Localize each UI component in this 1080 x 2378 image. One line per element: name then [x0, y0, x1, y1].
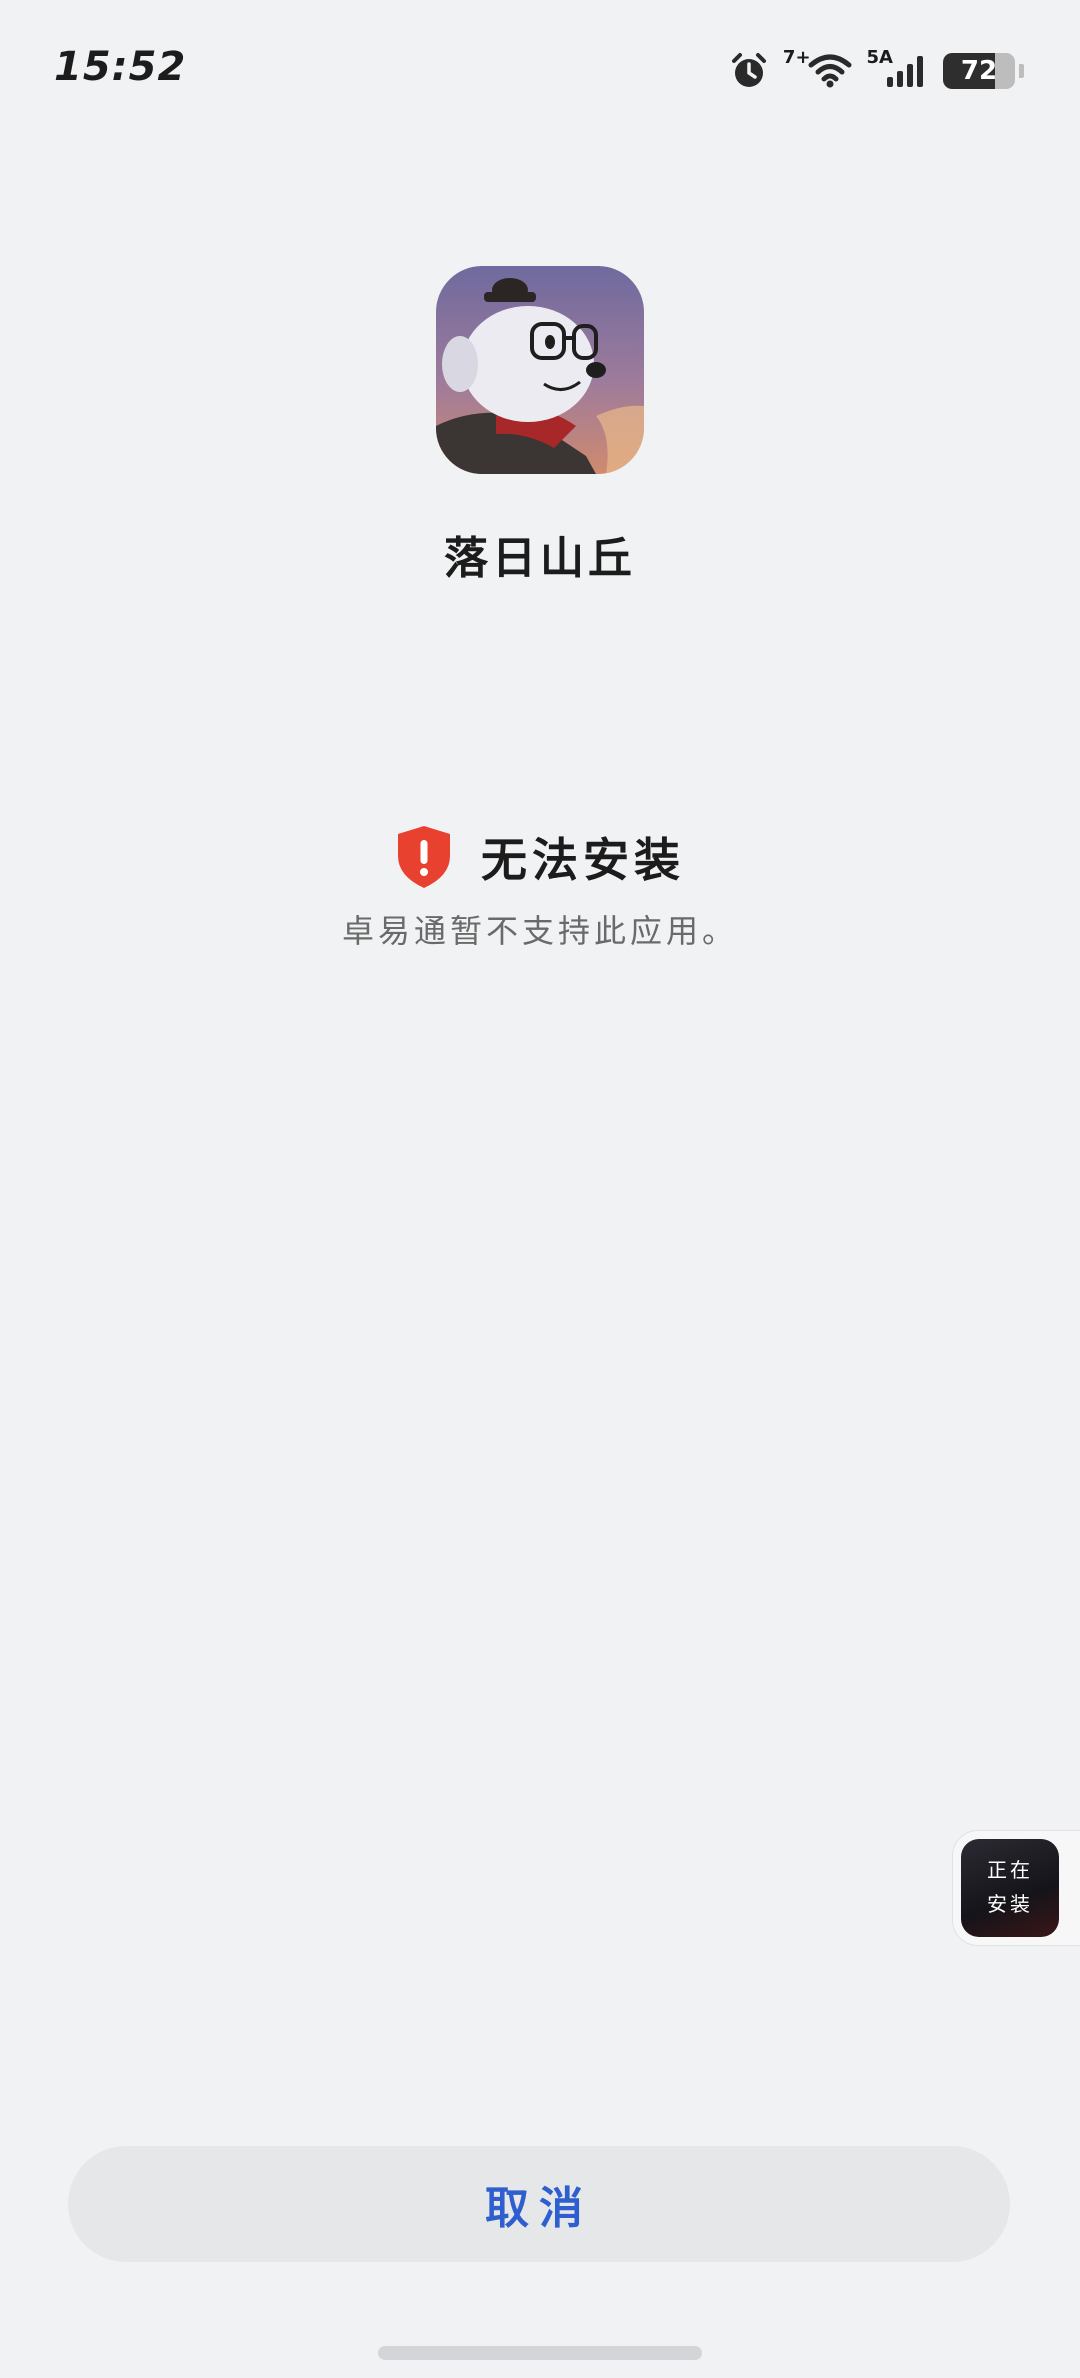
installing-status-text: 正在 安装 — [961, 1853, 1059, 1921]
wifi-icon — [807, 53, 853, 89]
battery-tip — [1019, 64, 1024, 78]
installing-app-thumbnail: 正在 安装 — [961, 1839, 1059, 1937]
cancel-label: 取消 — [485, 2183, 593, 2234]
shield-alert-icon — [395, 824, 453, 890]
network-type-label: 7+ — [782, 46, 811, 68]
installing-status-line1: 正在 — [987, 1858, 1033, 1882]
cancel-button[interactable]: 取消 — [68, 2146, 1010, 2262]
home-indicator[interactable] — [378, 2346, 702, 2360]
error-title: 无法安装 — [481, 833, 685, 887]
status-time: 15:52 — [54, 44, 187, 90]
error-header: 无法安装 — [0, 824, 1080, 890]
status-icons: 7+ 5A 72 — [729, 46, 1024, 96]
alarm-clock-icon — [729, 51, 769, 91]
app-icon — [436, 266, 644, 474]
installing-status-line2: 安装 — [987, 1892, 1033, 1916]
mobile-network-label: 5A — [866, 46, 893, 68]
battery-level-text: 72 — [960, 56, 998, 86]
status-bar: 15:52 7+ 5A 72 — [0, 0, 1080, 140]
error-description: 卓易通暂不支持此应用。 — [341, 912, 738, 950]
installing-floating-widget[interactable]: 正在 安装 — [952, 1830, 1080, 1946]
app-name: 落日山丘 — [444, 533, 636, 584]
battery-icon: 72 — [943, 53, 1015, 89]
